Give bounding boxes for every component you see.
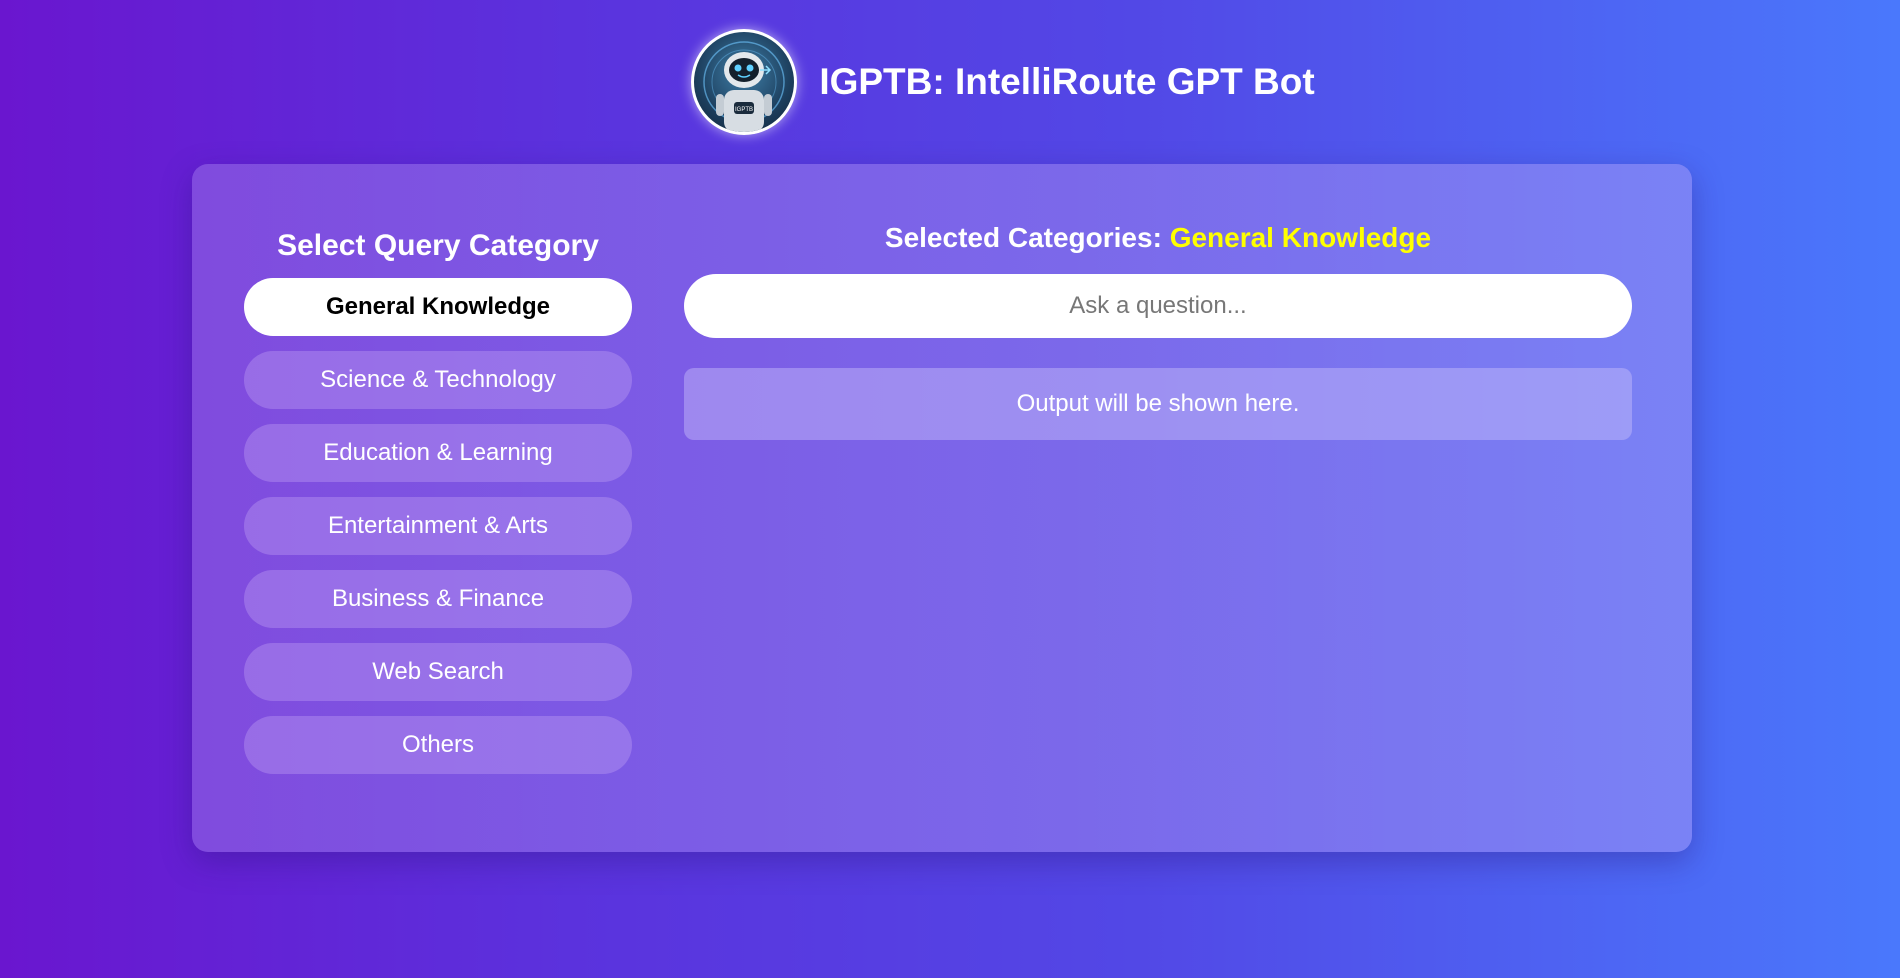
- avatar-badge-text: IGPTB: [735, 107, 753, 113]
- category-button-business-finance[interactable]: Business & Finance: [244, 570, 632, 628]
- app-header: IGPTB IGPTB: IntelliRoute GPT Bot: [0, 29, 1900, 135]
- selected-categories-label: Selected Categories:: [884, 222, 1162, 253]
- category-sidebar: Select Query Category General Knowledge …: [244, 226, 632, 789]
- app-title: IGPTB: IntelliRoute GPT Bot: [819, 61, 1315, 102]
- header-inner: IGPTB IGPTB: IntelliRoute GPT Bot: [691, 29, 1315, 135]
- sidebar-title: Select Query Category: [277, 229, 599, 262]
- question-input[interactable]: [684, 274, 1632, 338]
- main-panel: Select Query Category General Knowledge …: [192, 164, 1692, 852]
- category-button-education-learning[interactable]: Education & Learning: [244, 424, 632, 482]
- category-button-general-knowledge[interactable]: General Knowledge: [244, 278, 632, 336]
- selected-categories-heading: Selected Categories: General Knowledge: [684, 220, 1632, 256]
- avatar: IGPTB: [691, 29, 798, 135]
- category-button-web-search[interactable]: Web Search: [244, 643, 632, 701]
- selected-categories-value: General Knowledge: [1169, 222, 1432, 253]
- output-box: Output will be shown here.: [684, 368, 1632, 440]
- category-button-science-technology[interactable]: Science & Technology: [244, 351, 632, 409]
- category-button-entertainment-arts[interactable]: Entertainment & Arts: [244, 497, 632, 555]
- query-area: Selected Categories: General Knowledge O…: [684, 220, 1632, 440]
- robot-icon: IGPTB: [703, 41, 786, 132]
- category-button-others[interactable]: Others: [244, 716, 632, 774]
